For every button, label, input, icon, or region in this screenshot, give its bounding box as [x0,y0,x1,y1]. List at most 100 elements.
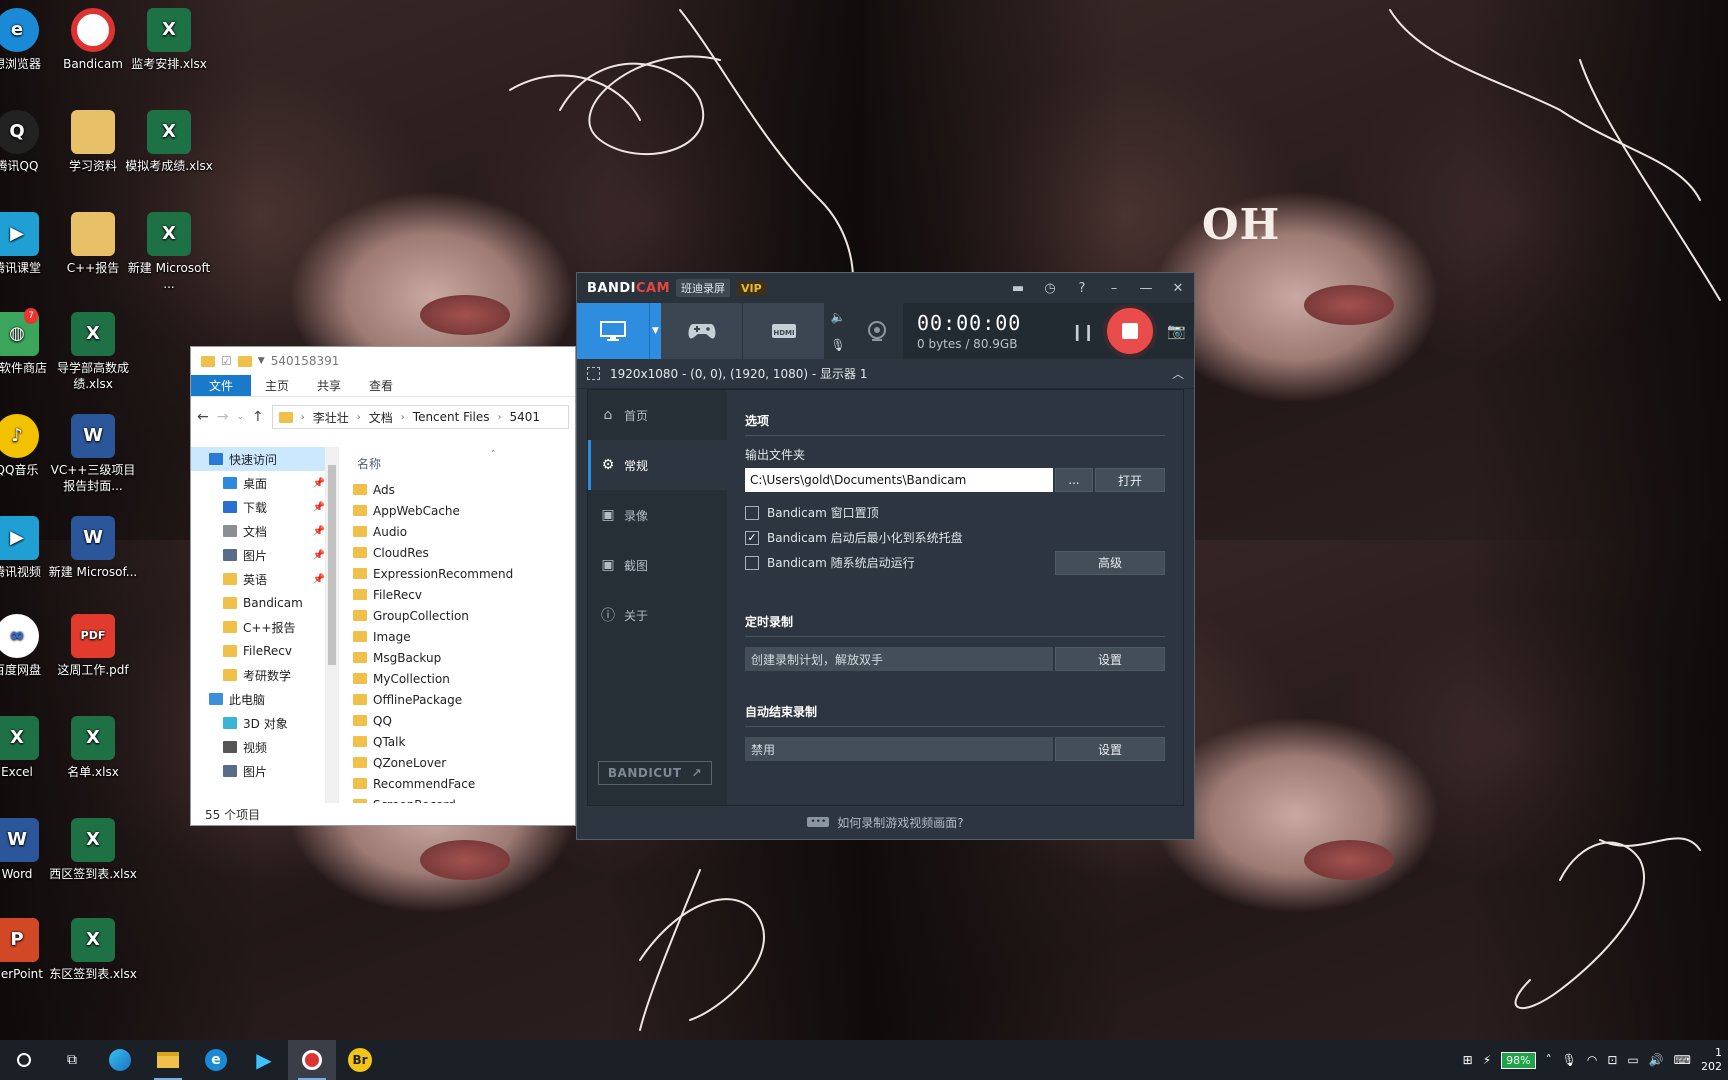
desktop-shortcut[interactable]: X 西区签到表.xlsx [48,818,138,882]
pin-icon[interactable]: 📌 [313,574,325,585]
webcam-button[interactable] [851,303,903,359]
forward-arrow-icon[interactable]: → [217,409,229,425]
nav-item[interactable]: 文档 📌 [191,519,339,543]
pin-icon[interactable]: 📌 [313,478,325,489]
chevron-up-icon[interactable]: ︿ [1172,365,1184,382]
battery-indicator[interactable]: 98% [1501,1051,1536,1069]
battery-icon[interactable]: ▭ [1627,1053,1638,1067]
nav-item[interactable]: FileRecv [191,639,339,663]
help-link[interactable]: ••• 如何录制游戏视频画面? [577,805,1194,839]
chevron-down-icon[interactable]: ⌄ [236,412,244,422]
close-icon[interactable]: ✕ [1162,273,1194,303]
nav-item[interactable]: 英语 📌 [191,567,339,591]
nav-item[interactable]: 图片 📌 [191,543,339,567]
desktop-shortcut[interactable]: X 监考安排.xlsx [124,8,214,72]
folder-open-icon[interactable]: ▬ [1002,273,1034,303]
autostop-settings-button[interactable]: 设置 [1055,737,1165,761]
power-plug-icon[interactable]: ⚡ [1483,1053,1491,1067]
search-circle-icon[interactable] [0,1040,48,1080]
back-arrow-icon[interactable]: ← [197,409,209,425]
wifi-icon[interactable]: ◠ [1587,1053,1597,1067]
speaker-icon[interactable]: 🔈 [831,310,846,324]
sidebar-item[interactable]: ⓘ 关于 [588,590,727,640]
desktop-shortcut[interactable]: W VC++三级项目报告封面... [48,414,138,494]
breadcrumb-item[interactable]: 李壮壮 [313,409,349,426]
hdmi-mode-button[interactable]: HDMI [743,303,825,359]
column-header-name[interactable]: 名称 ˄ [353,447,575,479]
pin-icon[interactable]: 📌 [313,502,325,513]
help-icon[interactable]: ? [1066,273,1098,303]
desktop-shortcut[interactable]: X 模拟考成绩.xlsx [124,110,214,174]
browse-button[interactable]: ... [1055,468,1093,492]
checkbox-icon[interactable]: ☑ [221,354,232,368]
file-row[interactable]: ExpressionRecommend [353,563,575,584]
bandicut-button[interactable]: BANDICUT ↗ [598,761,712,785]
file-row[interactable]: FileRecv [353,584,575,605]
file-row[interactable]: QZoneLover [353,752,575,773]
file-row[interactable]: ScreenRecord [353,794,575,803]
chevron-down-icon[interactable]: ▼ [649,303,661,359]
timed-settings-button[interactable]: 设置 [1055,647,1165,671]
video-player-icon[interactable]: ▶ [240,1040,288,1080]
desktop-shortcut[interactable]: X 新建 Microsoft ... [124,212,214,292]
clock-icon[interactable]: ◷ [1034,273,1066,303]
file-row[interactable]: CloudRes [353,542,575,563]
microphone-icon[interactable]: 🎙 [830,338,845,352]
system-clock[interactable]: 1 202 [1701,1046,1722,1074]
checkbox-checked[interactable]: ✓ [745,530,759,545]
file-explorer-window[interactable]: ☑ ▼ 540158391 文件 主页 共享 查看 ← → ⌄ ↑ › 李壮壮 … [190,346,576,826]
input-method-icon[interactable]: ⌨ [1674,1053,1691,1067]
file-row[interactable]: GroupCollection [353,605,575,626]
bandicam-taskbar-icon[interactable] [288,1040,336,1080]
file-row[interactable]: Ads [353,479,575,500]
microphone-icon[interactable]: 🎙 [1562,1053,1577,1067]
desktop-shortcut[interactable]: X 导学部高数成绩.xlsx [48,312,138,392]
sidebar-item[interactable]: ▣ 截图 [588,540,727,590]
checkbox-minimize-to-tray[interactable]: ✓ Bandicam 启动后最小化到系统托盘 [745,525,1165,550]
ribbon-tab-file[interactable]: 文件 [191,375,252,396]
breadcrumb-item[interactable]: 5401 [510,410,541,424]
up-arrow-icon[interactable]: ↑ [252,409,264,425]
nav-item[interactable]: 3D 对象 [191,711,339,735]
file-explorer-taskbar-icon[interactable] [144,1040,192,1080]
file-row[interactable]: RecommendFace [353,773,575,794]
sidebar-item[interactable]: ⌂ 首页 [588,390,727,440]
nav-item[interactable]: 考研数学 [191,663,339,687]
file-row[interactable]: AppWebCache [353,500,575,521]
desktop-shortcut[interactable]: X 名单.xlsx [48,716,138,780]
pause-button[interactable]: ❙❙ [1071,322,1096,341]
nav-item[interactable]: C++报告 [191,615,339,639]
address-path[interactable]: › 李壮壮 › 文档 › Tencent Files › 5401 [271,405,569,429]
output-folder-input[interactable] [745,468,1053,492]
pin-icon[interactable]: 📌 [313,550,325,561]
nav-scrollbar[interactable] [325,447,339,803]
nav-item[interactable]: 下载 📌 [191,495,339,519]
chevron-down-icon[interactable]: ▼ [258,356,265,366]
stop-record-button[interactable] [1103,304,1158,358]
file-row[interactable]: MsgBackup [353,647,575,668]
open-folder-button[interactable]: 打开 [1095,468,1165,492]
screen-mode-button[interactable] [577,303,649,359]
ribbon-tab-view[interactable]: 查看 [355,375,407,396]
bandicam-titlebar[interactable]: BANDICAM 班迪录屏 VIP ▬ ◷ ? – — ✕ [577,273,1194,303]
minimize-icon[interactable]: — [1130,273,1162,303]
nav-item[interactable]: 快速访问 [191,447,339,471]
ribbon-tab-share[interactable]: 共享 [303,375,355,396]
chevron-up-icon[interactable]: ˄ [1546,1053,1552,1067]
advanced-button[interactable]: 高级 [1055,550,1165,575]
capture-target-bar[interactable]: 1920x1080 - (0, 0), (1920, 1080) - 显示器 1… [577,359,1194,389]
checkbox-run-on-startup[interactable]: Bandicam 随系统启动运行 高级 [745,550,1165,575]
file-row[interactable]: Image [353,626,575,647]
nav-item[interactable]: 桌面 📌 [191,471,339,495]
game-mode-button[interactable] [661,303,743,359]
file-row[interactable]: QTalk [353,731,575,752]
browser-e-icon[interactable]: e [192,1040,240,1080]
pin-icon[interactable]: 📌 [313,526,325,537]
sidebar-item[interactable]: ▣ 录像 [588,490,727,540]
file-row[interactable]: OfflinePackage [353,689,575,710]
network-icon[interactable]: ⊡ [1607,1053,1617,1067]
ribbon-tab-home[interactable]: 主页 [251,375,303,396]
nav-item[interactable]: Bandicam [191,591,339,615]
desktop-shortcut[interactable]: W 新建 Microsof... [48,516,138,580]
desktop-shortcut[interactable]: X 东区签到表.xlsx [48,918,138,982]
